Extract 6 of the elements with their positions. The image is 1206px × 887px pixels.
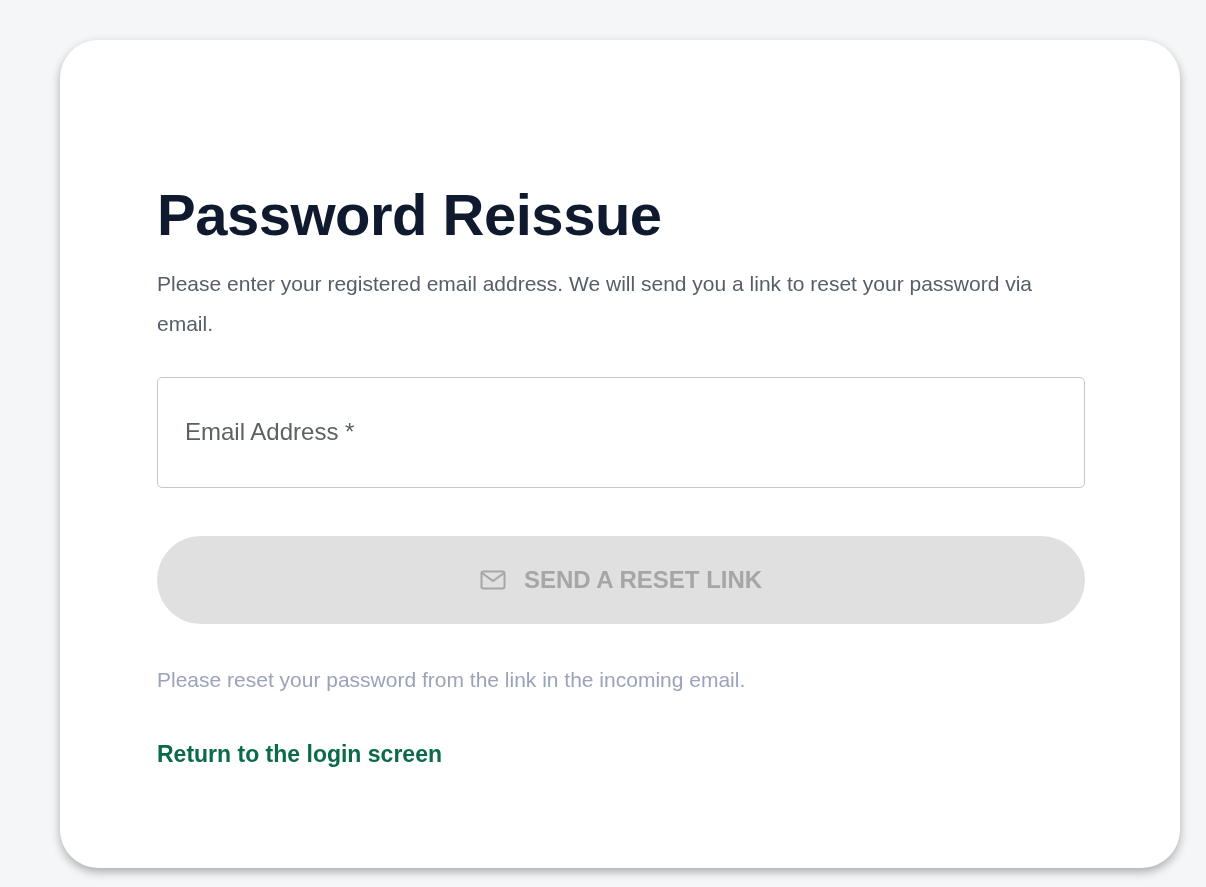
- note-text: Please reset your password from the link in the incoming email.: [157, 666, 747, 693]
- email-field[interactable]: Email Address *: [157, 376, 1085, 488]
- instruction-text: Please enter your registered email address. We will send you a link to reset your password via email.: [157, 270, 1034, 337]
- envelope-icon: [479, 569, 506, 590]
- login-link[interactable]: Return to the login screen: [157, 737, 442, 772]
- page-title: Password Reissue: [157, 181, 663, 249]
